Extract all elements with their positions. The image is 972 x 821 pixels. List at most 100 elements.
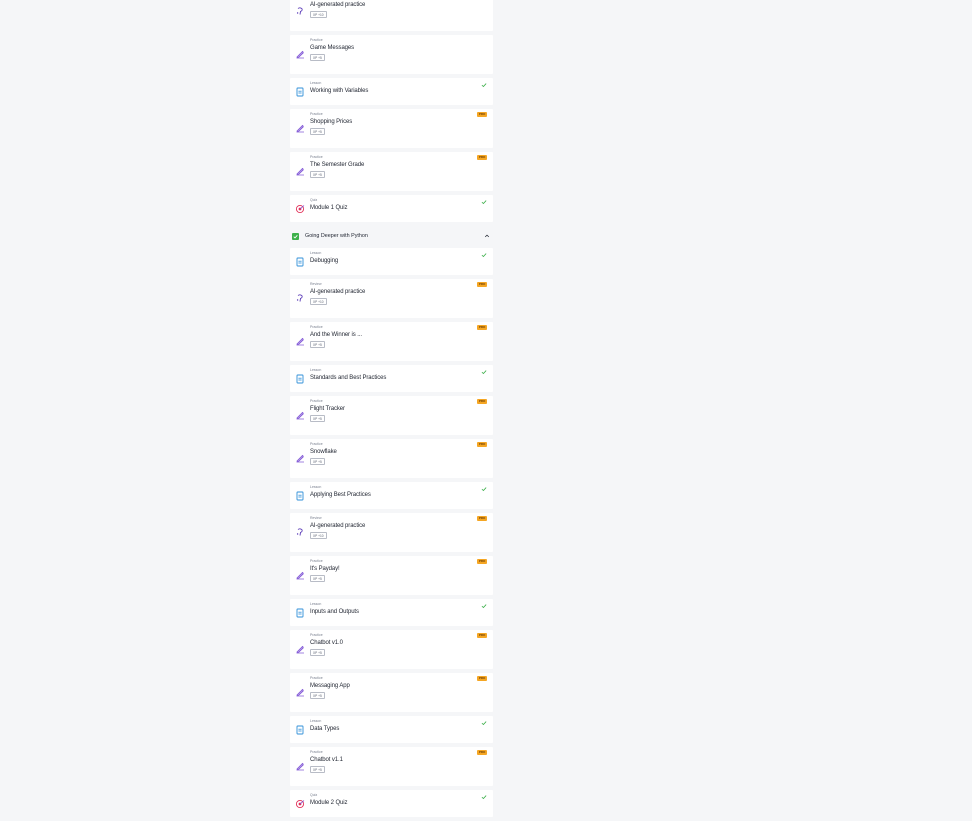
item-type-label: Practice [310, 442, 323, 446]
item-type-label: Practice [310, 399, 323, 403]
item-title: Shopping Prices [310, 119, 353, 125]
pro-badge: PRO [477, 559, 487, 564]
pro-badge: PRO [477, 155, 487, 160]
practice-item-card[interactable]: Practice The Semester Grade XP +5 PRO [290, 152, 493, 191]
item-title: AI-generated practice [310, 523, 366, 529]
xp-badge: XP +5 [310, 341, 325, 349]
item-type-label: Practice [310, 676, 323, 680]
item-title: Messaging App [310, 683, 350, 689]
item-title: It's Payday! [310, 566, 340, 572]
item-type-label: Lesson [310, 602, 322, 606]
item-title: Debugging [310, 258, 339, 264]
practice-pencil-icon [295, 453, 305, 463]
item-title: Standards and Best Practices [310, 375, 387, 381]
item-type-label: Practice [310, 112, 323, 116]
item-type-label: Lesson [310, 251, 322, 255]
lesson-document-icon [295, 725, 305, 735]
item-title: Flight Tracker [310, 406, 345, 412]
completed-check-icon [481, 603, 487, 609]
practice-pencil-icon [295, 410, 305, 420]
ai-review-icon [295, 6, 305, 16]
item-type-label: Practice [310, 38, 323, 42]
lesson-item-card[interactable]: Lesson Applying Best Practices [290, 482, 493, 509]
lesson-item-card[interactable]: Lesson Working with Variables [290, 78, 493, 105]
lesson-document-icon [295, 491, 305, 501]
item-title: Inputs and Outputs [310, 609, 359, 615]
lesson-item-card[interactable]: Lesson Debugging [290, 248, 493, 275]
item-type-label: Lesson [310, 81, 322, 85]
item-title: Working with Variables [310, 88, 369, 94]
review-item-card[interactable]: Review AI-generated practice XP +10 PRO [290, 513, 493, 552]
lesson-item-card[interactable]: Lesson Data Types [290, 716, 493, 743]
quiz-target-icon [295, 799, 305, 809]
ai-review-icon [295, 527, 305, 537]
lesson-document-icon [295, 257, 305, 267]
module-1-items: AI-generated practice XP +10 Practice Game … [290, 0, 493, 222]
xp-badge: XP +5 [310, 766, 325, 774]
practice-pencil-icon [295, 761, 305, 771]
xp-badge: XP +5 [310, 458, 325, 466]
pro-badge: PRO [477, 325, 487, 330]
item-title: Applying Best Practices [310, 492, 371, 498]
completed-check-icon [481, 369, 487, 375]
pro-badge: PRO [477, 516, 487, 521]
item-type-label: Quiz [310, 198, 318, 202]
item-title: Snowflake [310, 449, 337, 455]
review-item-card[interactable]: Review AI-generated practice XP +10 PRO [290, 279, 493, 318]
practice-pencil-icon [295, 644, 305, 654]
pro-badge: PRO [477, 282, 487, 287]
pro-badge: PRO [477, 442, 487, 447]
item-type-label: Practice [310, 750, 323, 754]
xp-badge: XP +5 [310, 575, 325, 583]
pro-badge: PRO [477, 633, 487, 638]
item-title: The Semester Grade [310, 162, 365, 168]
practice-pencil-icon [295, 687, 305, 697]
completed-check-icon [481, 252, 487, 258]
practice-item-card[interactable]: Practice Chatbot v1.0 XP +5 PRO [290, 630, 493, 669]
practice-item-card[interactable]: Practice Flight Tracker XP +5 PRO [290, 396, 493, 435]
item-title: AI-generated practice [310, 2, 366, 8]
module-2-items: Lesson Debugging Review AI-generated practi… [290, 248, 493, 817]
practice-item-card[interactable]: Practice It's Payday! XP +5 PRO [290, 556, 493, 595]
item-type-label: Lesson [310, 485, 322, 489]
module-header[interactable]: Going Deeper with Python [290, 226, 493, 246]
item-type-label: Practice [310, 633, 323, 637]
xp-badge: XP +5 [310, 649, 325, 657]
practice-item-card[interactable]: Practice Chatbot v1.1 XP +5 PRO [290, 747, 493, 786]
practice-pencil-icon [295, 123, 305, 133]
practice-item-card[interactable]: Practice Shopping Prices XP +5 PRO [290, 109, 493, 148]
item-type-label: Practice [310, 155, 323, 159]
completed-check-icon [481, 199, 487, 205]
lesson-document-icon [295, 374, 305, 384]
xp-badge: XP +10 [310, 298, 327, 306]
xp-badge: XP +5 [310, 415, 325, 423]
practice-pencil-icon [295, 570, 305, 580]
quiz-item-card[interactable]: Quiz Module 1 Quiz [290, 195, 493, 222]
item-title: And the Winner is ... [310, 332, 362, 338]
pro-badge: PRO [477, 676, 487, 681]
xp-badge: XP +5 [310, 171, 325, 179]
item-title: Chatbot v1.1 [310, 757, 343, 763]
chevron-up-icon[interactable] [484, 233, 490, 239]
lesson-item-card[interactable]: Lesson Standards and Best Practices [290, 365, 493, 392]
practice-item-card[interactable]: Practice Snowflake XP +5 PRO [290, 439, 493, 478]
module-complete-icon [292, 233, 299, 240]
item-title: Game Messages [310, 45, 355, 51]
item-type-label: Review [310, 516, 322, 520]
practice-pencil-icon [295, 336, 305, 346]
practice-pencil-icon [295, 49, 305, 59]
quiz-item-card[interactable]: Quiz Module 2 Quiz [290, 790, 493, 817]
practice-item-card[interactable]: Practice And the Winner is ... XP +5 PRO [290, 322, 493, 361]
completed-check-icon [481, 82, 487, 88]
review-item-card[interactable]: AI-generated practice XP +10 [290, 0, 493, 31]
completed-check-icon [481, 794, 487, 800]
xp-badge: XP +5 [310, 128, 325, 136]
lesson-item-card[interactable]: Lesson Inputs and Outputs [290, 599, 493, 626]
item-title: Module 2 Quiz [310, 800, 348, 806]
pro-badge: PRO [477, 750, 487, 755]
item-type-label: Review [310, 282, 322, 286]
practice-item-card[interactable]: Practice Messaging App XP +5 PRO [290, 673, 493, 712]
quiz-target-icon [295, 204, 305, 214]
practice-pencil-icon [295, 166, 305, 176]
practice-item-card[interactable]: Practice Game Messages XP +5 [290, 35, 493, 74]
